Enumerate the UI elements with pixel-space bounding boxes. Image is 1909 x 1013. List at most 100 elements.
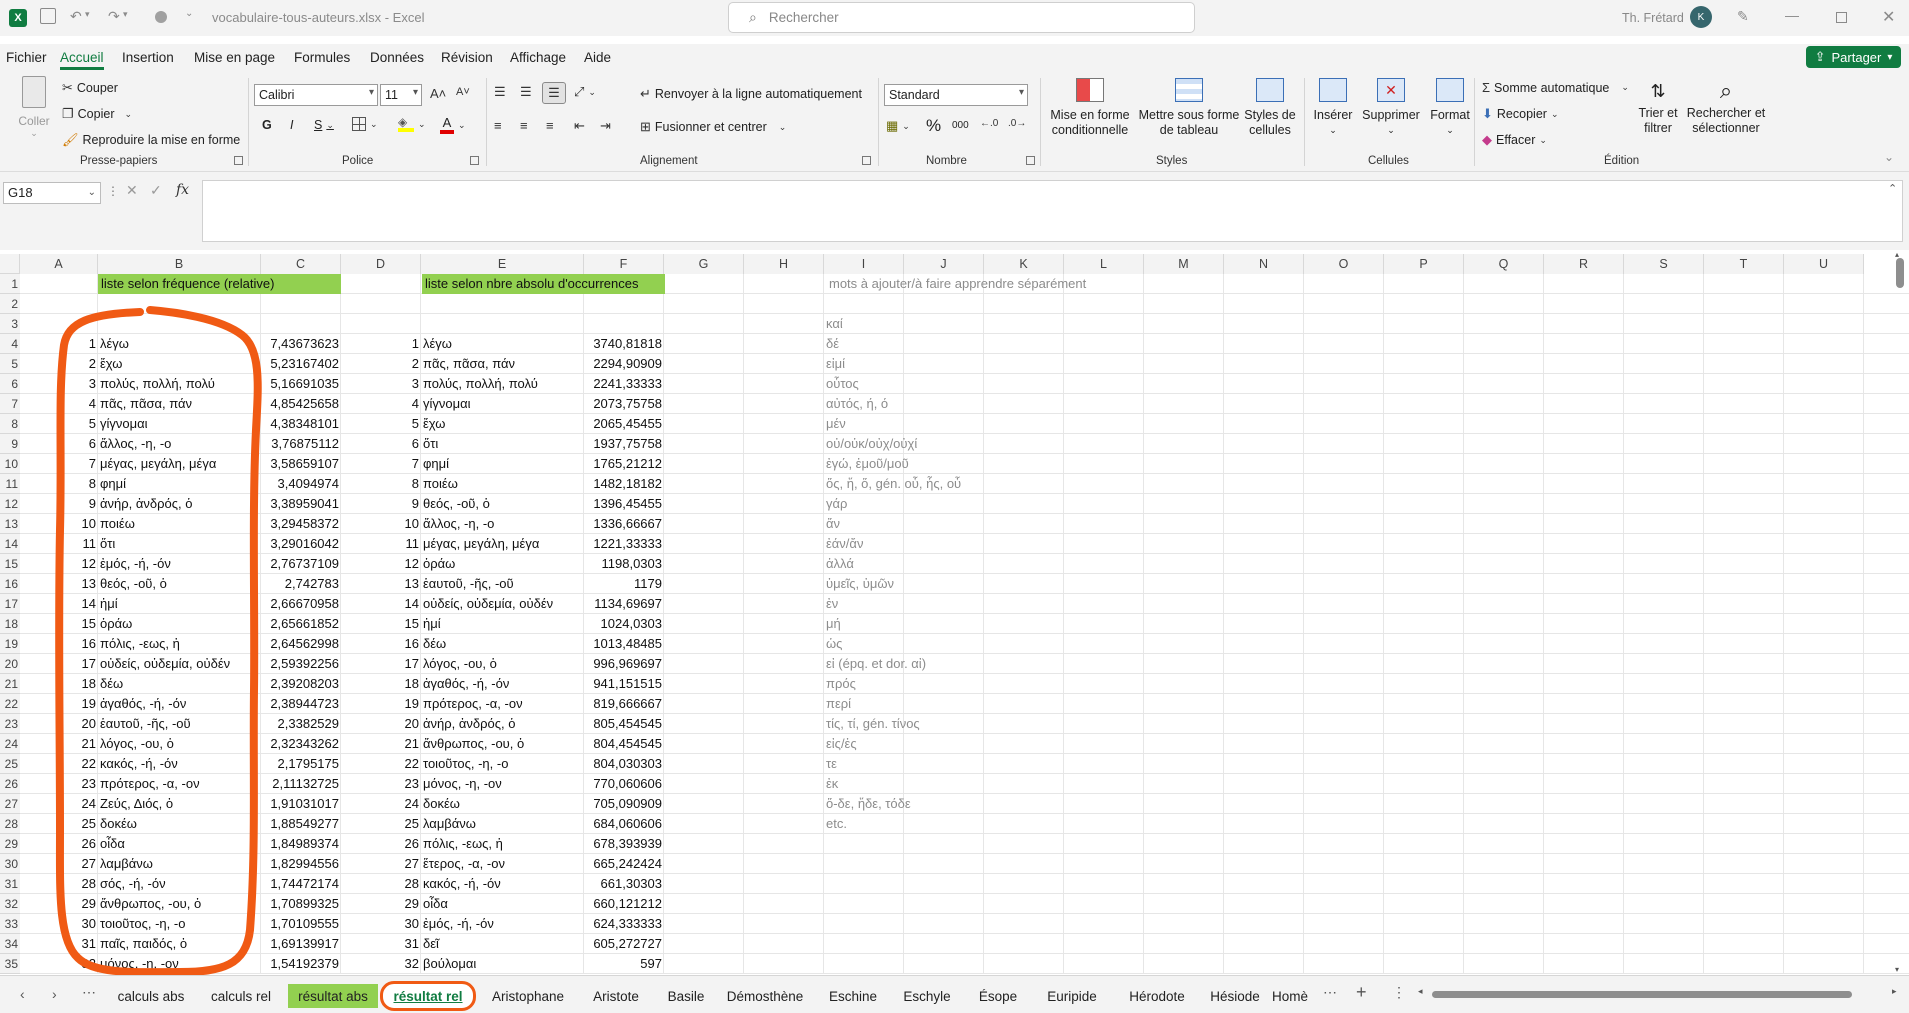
wrap-text-button[interactable]: ↵ Renvoyer à la ligne automatiquement (640, 86, 862, 102)
abs-rank-cell[interactable]: 24 (341, 794, 421, 814)
alignment-launcher-icon[interactable] (862, 156, 871, 165)
abs-value-cell[interactable]: 2294,90909 (584, 354, 664, 374)
sheet-tab[interactable]: Hérodote (1116, 984, 1198, 1008)
currency-button[interactable]: ▦ ⌄ (886, 118, 910, 134)
abs-rank-cell[interactable]: 19 (341, 694, 421, 714)
abs-value-cell[interactable]: 684,060606 (584, 814, 664, 834)
abs-rank-cell[interactable]: 21 (341, 734, 421, 754)
extra-word-cell[interactable]: τε (824, 754, 904, 774)
abs-value-cell[interactable]: 1024,0303 (584, 614, 664, 634)
abs-rank-cell[interactable]: 4 (341, 394, 421, 414)
sheet-tab[interactable]: Aristophane (484, 984, 572, 1008)
sheet-tab[interactable]: résultat abs (288, 984, 378, 1008)
abs-rank-cell[interactable]: 11 (341, 534, 421, 554)
menu-accueil[interactable]: Accueil (60, 50, 104, 70)
number-format-combo[interactable]: Standard ▾ (884, 84, 1028, 106)
format-painter-button[interactable]: 🖌 Reproduire la mise en forme (62, 132, 240, 148)
abs-word-cell[interactable]: φημί (421, 454, 584, 474)
column-header-m[interactable]: M (1144, 254, 1224, 274)
abs-word-cell[interactable]: ὅτι (421, 434, 584, 454)
horizontal-scrollbar[interactable] (1432, 991, 1852, 998)
menu-donnees[interactable]: Données (370, 50, 424, 65)
abs-value-cell[interactable]: 1396,45455 (584, 494, 664, 514)
abs-rank-cell[interactable]: 14 (341, 594, 421, 614)
abs-rank-cell[interactable]: 9 (341, 494, 421, 514)
autosum-button[interactable]: Σ Somme automatique ⌄ (1482, 80, 1629, 95)
confirm-entry-icon[interactable]: ✓ (150, 182, 162, 199)
abs-rank-cell[interactable]: 30 (341, 914, 421, 934)
abs-word-cell[interactable]: πόλις, -εως, ἡ (421, 834, 584, 854)
extra-word-cell[interactable]: ὅς, ἥ, ὅ, gén. οὗ, ἧς, οὗ (824, 474, 961, 494)
sheet-tab[interactable]: Aristote (580, 984, 652, 1008)
abs-rank-cell[interactable]: 7 (341, 454, 421, 474)
abs-word-cell[interactable]: μέγας, μεγάλη, μέγα (421, 534, 584, 554)
menu-mise-en-page[interactable]: Mise en page (194, 50, 275, 65)
extra-word-cell[interactable]: οὗτος (824, 374, 904, 394)
sheet-tab[interactable]: calculs abs (108, 984, 194, 1008)
abs-value-cell[interactable]: 2241,33333 (584, 374, 664, 394)
maximize-icon[interactable] (1836, 12, 1847, 23)
redo-icon[interactable]: ↷ (108, 8, 120, 25)
undo-dropdown-icon[interactable]: ▾ (85, 9, 90, 20)
abs-word-cell[interactable]: δέω (421, 634, 584, 654)
extra-word-cell[interactable]: τίς, τί, gén. τίνος (824, 714, 920, 734)
abs-value-cell[interactable]: 996,969697 (584, 654, 664, 674)
extra-word-cell[interactable]: ὑμεῖς, ὑμῶν (824, 574, 904, 594)
abs-value-cell[interactable]: 678,393939 (584, 834, 664, 854)
cell-i1-note[interactable]: mots à ajouter/à faire apprendre séparém… (827, 274, 1086, 294)
increase-decimal-button[interactable]: ←.0 (980, 118, 998, 129)
menu-affichage[interactable]: Affichage (510, 50, 566, 65)
abs-rank-cell[interactable]: 16 (341, 634, 421, 654)
align-right-button[interactable]: ≡ (546, 118, 554, 133)
abs-rank-cell[interactable]: 1 (341, 334, 421, 354)
formula-more-icon[interactable]: ⋮ (107, 184, 119, 198)
conditional-format-button[interactable]: Mise en forme conditionnelle (1048, 78, 1132, 138)
column-header-s[interactable]: S (1624, 254, 1704, 274)
shrink-font-button[interactable]: A˅ (456, 86, 470, 98)
extra-word-cell[interactable]: ἄν (824, 514, 904, 534)
extra-word-cell[interactable]: ἐν (824, 594, 904, 614)
extra-word-cell[interactable]: ὅ-δε, ἥδε, τόδε (824, 794, 911, 814)
abs-value-cell[interactable]: 1221,33333 (584, 534, 664, 554)
sheet-tab[interactable]: Euripide (1034, 984, 1110, 1008)
column-header-h[interactable]: H (744, 254, 824, 274)
extra-word-cell[interactable]: δέ (824, 334, 904, 354)
abs-value-cell[interactable]: 1336,66667 (584, 514, 664, 534)
fill-color-button[interactable]: ◈ ⌄ (398, 116, 426, 132)
cancel-entry-icon[interactable]: ✕ (126, 182, 138, 199)
abs-value-cell[interactable]: 1013,48485 (584, 634, 664, 654)
abs-word-cell[interactable]: ἄνθρωπος, -ου, ὁ (421, 734, 584, 754)
tab-options-icon[interactable]: ⋮ (1392, 984, 1406, 1001)
extra-word-cell[interactable]: εἰ (épq. et dor. αἰ) (824, 654, 926, 674)
extra-word-cell[interactable]: καί (824, 314, 904, 334)
abs-word-cell[interactable]: λέγω (421, 334, 584, 354)
sheet-tab[interactable]: Démosthène (718, 984, 812, 1008)
abs-rank-cell[interactable]: 13 (341, 574, 421, 594)
clear-button[interactable]: ◆ Effacer ⌄ (1482, 132, 1547, 148)
abs-word-cell[interactable]: ἐμός, -ή, -όν (421, 914, 584, 934)
more-sheets-left-icon[interactable]: ⋯ (82, 984, 96, 1001)
format-button[interactable]: Format ⌄ (1424, 78, 1476, 138)
sheet-tab[interactable]: Basile (660, 984, 712, 1008)
font-color-button[interactable]: A ⌄ (440, 116, 466, 134)
abs-value-cell[interactable]: 1937,75758 (584, 434, 664, 454)
abs-word-cell[interactable]: ἔχω (421, 414, 584, 434)
abs-value-cell[interactable]: 661,30303 (584, 874, 664, 894)
extra-word-cell[interactable]: περί (824, 694, 904, 714)
column-header-g[interactable]: G (664, 254, 744, 274)
menu-fichier[interactable]: Fichier (6, 50, 47, 65)
sheet-tab[interactable]: Eschine (820, 984, 886, 1008)
abs-word-cell[interactable]: πολύς, πολλή, πολύ (421, 374, 584, 394)
font-size-combo[interactable]: 11 ▾ (380, 84, 422, 106)
abs-value-cell[interactable]: 660,121212 (584, 894, 664, 914)
spreadsheet-grid[interactable]: ABCDEFGHIJKLMNOPQRSTU 1 2 3 4 5 6 7 8 9 10 11 12 13 1… (0, 250, 1909, 975)
italic-button[interactable]: I (290, 118, 293, 132)
abs-word-cell[interactable]: ἀνήρ, ἀνδρός, ὁ (421, 714, 584, 734)
abs-value-cell[interactable]: 941,151515 (584, 674, 664, 694)
search-box[interactable]: ⌕ Rechercher (728, 2, 1195, 33)
align-middle-button[interactable]: ☰ (520, 84, 532, 100)
abs-rank-cell[interactable]: 26 (341, 834, 421, 854)
align-bottom-button[interactable]: ☰ (542, 82, 566, 104)
abs-word-cell[interactable]: ἠμί (421, 614, 584, 634)
scroll-right-icon[interactable]: ▸ (1892, 986, 1897, 997)
